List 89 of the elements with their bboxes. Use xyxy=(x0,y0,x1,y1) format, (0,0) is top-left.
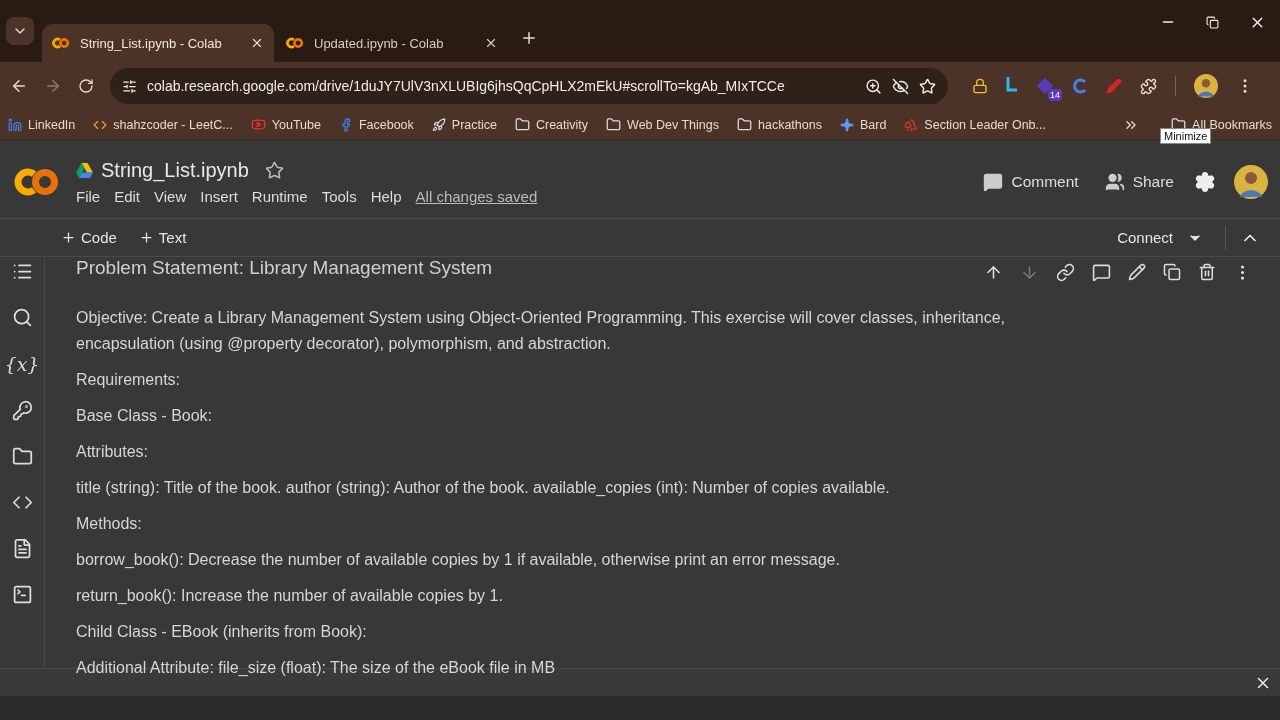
cell-text: Objective: Create a Library Management System using Object-Oriented Programming. This exercise will cover classes, inheritance, encapsulation (using @property decorator), polymorphism, and abstraction. xyxy=(76,308,1006,354)
people-icon xyxy=(1104,172,1125,192)
folder-icon xyxy=(737,117,752,132)
menu-item[interactable]: Runtime xyxy=(251,188,308,205)
play-icon xyxy=(250,117,266,132)
tooltip: Minimize xyxy=(1160,128,1212,144)
url-text: colab.research.google.com/drive/1duJY7UlV3nXLUBIg6jhsQqCpHLX2mEkU#scrollTo=kgAb_MIxTCCe xyxy=(147,78,786,94)
menu-item[interactable]: View xyxy=(154,188,187,205)
rocket-icon xyxy=(431,117,446,132)
bookmark[interactable]: Creativity xyxy=(514,117,589,132)
terminal-icon[interactable] xyxy=(11,584,33,605)
connect-button[interactable]: Connect xyxy=(1109,226,1211,249)
bookmark[interactable]: Facebook xyxy=(338,117,414,132)
bookmark[interactable]: Bard xyxy=(839,117,887,132)
menu-item[interactable]: Tools xyxy=(321,188,357,205)
bookmark[interactable]: YouTube xyxy=(250,117,321,132)
site-settings-icon[interactable] xyxy=(122,78,137,94)
bookmark[interactable]: Practice xyxy=(431,117,497,132)
plus-icon xyxy=(61,230,76,245)
cell-text: Additional Attribute: file_size (float): The size of the eBook file in MB xyxy=(76,658,557,678)
tab-title: String_List.ipynb - Colab xyxy=(80,35,223,51)
delete-icon[interactable] xyxy=(1198,263,1216,281)
lock-icon[interactable] xyxy=(972,78,988,94)
colab-icon xyxy=(52,37,70,49)
cell-text: borrow_book(): Decrease the number of available copies by 1 if available, otherwise print an error message. xyxy=(76,550,841,570)
bookmark[interactable]: LinkedIn xyxy=(8,117,76,132)
settings-icon[interactable] xyxy=(1194,171,1216,193)
cell-heading: Problem Statement: Library Management System xyxy=(76,257,493,279)
drive-icon[interactable] xyxy=(76,163,93,178)
extension-badge: 14 xyxy=(1048,89,1062,101)
bookmark[interactable]: Section Leader Onb... xyxy=(904,117,1046,132)
back-icon[interactable] xyxy=(10,77,28,95)
comment-icon xyxy=(983,172,1004,192)
new-tab-icon[interactable] xyxy=(520,29,538,47)
cell-text: return_book(): Increase the number of available copies by 1. xyxy=(76,586,504,606)
variables-icon[interactable]: {x} xyxy=(4,353,40,375)
link-icon[interactable] xyxy=(1056,263,1075,282)
folder-icon xyxy=(514,117,530,132)
eye-off-icon[interactable] xyxy=(892,77,909,95)
cell-text: Base Class - Book: xyxy=(76,406,214,426)
tree-icon xyxy=(904,117,919,132)
header-action-button[interactable]: Share xyxy=(1098,168,1180,196)
move-down-icon[interactable] xyxy=(1020,263,1039,282)
forward-icon[interactable] xyxy=(44,77,62,95)
browser-tab[interactable]: String_List.ipynb - Colab xyxy=(42,24,274,62)
key-icon[interactable] xyxy=(11,400,33,421)
close-icon[interactable] xyxy=(250,36,264,50)
avatar[interactable] xyxy=(1234,165,1268,199)
extensions-icon[interactable] xyxy=(1140,77,1157,95)
cell-text: Attributes: xyxy=(76,442,150,462)
menu-item[interactable]: File xyxy=(76,188,101,205)
folder-icon[interactable] xyxy=(11,446,33,467)
cell-text: Methods: xyxy=(76,514,143,534)
address-bar[interactable]: colab.research.google.com/drive/1duJY7UlV3nXLUBIg6jhsQqCpHLX2mEkU#scrollTo=kgAb_MIxTCCe xyxy=(110,68,948,104)
move-up-icon[interactable] xyxy=(984,263,1003,282)
bookmark[interactable]: shahzcoder - LeetC... xyxy=(93,117,233,132)
add-cell-button[interactable]: Text xyxy=(132,226,193,249)
browser-tab[interactable]: Updated.ipynb - Colab xyxy=(276,24,508,62)
menu-item[interactable]: Help xyxy=(370,188,402,205)
plus-icon xyxy=(138,230,154,245)
menu-item[interactable]: Insert xyxy=(200,188,238,205)
colab-icon xyxy=(286,37,304,49)
save-status-link[interactable]: All changes saved xyxy=(415,188,538,205)
menu-item[interactable]: Edit xyxy=(114,188,141,205)
linkedin-icon xyxy=(8,117,22,132)
comment-icon[interactable] xyxy=(1092,263,1111,282)
bookmark[interactable]: hackathons xyxy=(737,117,822,132)
edit-icon[interactable] xyxy=(1128,263,1146,281)
mirror-cell-icon[interactable] xyxy=(1163,263,1181,281)
avatar[interactable] xyxy=(1194,74,1218,98)
colab-logo[interactable] xyxy=(14,167,60,197)
star-icon[interactable] xyxy=(264,161,284,180)
tab-search-button[interactable] xyxy=(6,17,34,45)
header-action-button[interactable]: Comment xyxy=(977,168,1085,196)
search-icon[interactable] xyxy=(11,307,33,328)
restore-icon[interactable] xyxy=(1206,15,1219,29)
reload-icon[interactable] xyxy=(78,78,94,94)
cell-text: Requirements: xyxy=(76,370,182,390)
extension-icon[interactable] xyxy=(1072,78,1088,94)
folder-icon xyxy=(606,117,622,132)
cell-text: Child Class - EBook (inherits from Book): xyxy=(76,622,368,642)
notebook-title[interactable]: String_List.ipynb xyxy=(101,159,249,182)
bookmark[interactable]: Web Dev Things xyxy=(606,117,719,132)
add-cell-button[interactable]: Code xyxy=(55,226,123,249)
tab-title: Updated.ipynb - Colab xyxy=(314,35,445,51)
cell-text: title (string): Title of the book. author (string): Author of the book. available_copies (int): Number of copies available. xyxy=(76,478,891,498)
zoom-icon[interactable] xyxy=(865,77,882,95)
sparkle-icon xyxy=(839,117,854,132)
close-icon[interactable] xyxy=(484,36,498,50)
